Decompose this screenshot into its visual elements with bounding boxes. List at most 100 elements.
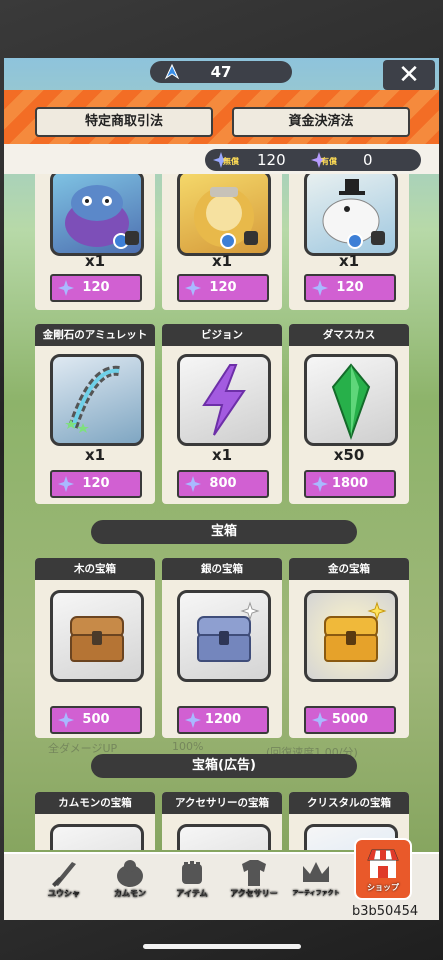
nav-units[interactable]: ユウシャ: [34, 858, 94, 908]
ad-treasure-section-title: 宝箱(広告): [91, 754, 357, 778]
character-thumbnail: [304, 174, 398, 256]
item-quantity: x1: [84, 252, 106, 270]
price-value: 120: [82, 280, 110, 295]
price-value: 800: [209, 476, 237, 491]
item-thumbnail: [50, 590, 144, 682]
price-value: 120: [82, 476, 110, 491]
item-name: クリスタルの宝箱: [289, 792, 409, 814]
nav-items[interactable]: アイテム: [162, 858, 222, 908]
currency-bar: 無償 120 有償 0: [205, 149, 421, 171]
item-name: 木の宝箱: [35, 558, 155, 580]
item-name: 銀の宝箱: [162, 558, 282, 580]
shop-card-wood-chest[interactable]: 木の宝箱 500: [35, 558, 155, 738]
item-name: ダマスカス: [289, 324, 409, 346]
price-value: 1800: [331, 476, 369, 491]
buy-price-button[interactable]: 800: [177, 470, 269, 498]
character-thumbnail: [50, 174, 144, 256]
item-quantity: x1: [338, 252, 360, 270]
background-bonus-value: 100%: [172, 740, 204, 753]
amulet-icon: [65, 365, 120, 433]
character-thumbnail: [177, 174, 271, 256]
crystal-icon: [312, 476, 328, 492]
item-name: 金の宝箱: [289, 558, 409, 580]
buy-price-button[interactable]: 120: [177, 274, 269, 302]
shop-card[interactable]: x1 120: [162, 174, 282, 310]
price-value: 1200: [204, 712, 242, 727]
shark-character-icon: [65, 185, 139, 249]
shop-list[interactable]: x1 120 x1 120 x1 120 金剛石のアミュレット x1 120 ビ…: [4, 174, 439, 850]
lion-character-icon: [194, 187, 258, 249]
nav-artifact-label: アーティファクト: [292, 890, 340, 897]
nav-kammon-label: カムモン: [114, 889, 146, 898]
item-thumbnail: [50, 354, 144, 446]
item-thumbnail: [177, 354, 271, 446]
shop-card-vision[interactable]: ビジョン x1 800: [162, 324, 282, 504]
price-value: 5000: [331, 712, 369, 727]
buy-price-button[interactable]: 1800: [304, 470, 396, 498]
crystal-icon: [58, 476, 74, 492]
user-id: b3b50454: [352, 904, 419, 919]
gem-icon: [164, 64, 180, 80]
buy-price-button[interactable]: 1200: [177, 706, 269, 734]
item-thumbnail: [50, 824, 144, 850]
buy-price-button[interactable]: 5000: [304, 706, 396, 734]
commercial-law-button[interactable]: 特定商取引法: [35, 107, 213, 137]
green-crystal-icon: [331, 363, 371, 440]
price-value: 120: [209, 280, 237, 295]
gem-count: 47: [210, 63, 232, 81]
bird-character-icon: [322, 179, 385, 249]
nav-kammon[interactable]: カムモン: [100, 858, 160, 908]
nav-items-label: アイテム: [176, 889, 208, 898]
payment-law-button[interactable]: 資金決済法: [232, 107, 410, 137]
item-quantity: x50: [333, 446, 365, 464]
paid-currency-tag: 有償: [321, 157, 337, 166]
crystal-icon: [185, 280, 201, 296]
shop-card-gold-chest[interactable]: 金の宝箱 5000: [289, 558, 409, 738]
shop-card[interactable]: x1 120: [289, 174, 409, 310]
creature-icon: [117, 860, 143, 887]
item-thumbnail: [177, 590, 271, 682]
shop-card-kammon-chest[interactable]: カムモンの宝箱: [35, 792, 155, 850]
free-currency-tag: 無償: [223, 157, 239, 166]
item-thumbnail: [304, 354, 398, 446]
item-quantity: x1: [211, 446, 233, 464]
close-button[interactable]: ✕: [383, 60, 435, 90]
shop-card[interactable]: x1 120: [35, 174, 155, 310]
silver-chest-icon: [197, 601, 260, 662]
item-quantity: x1: [84, 446, 106, 464]
lightning-icon: [202, 364, 246, 436]
nav-accessory-label: アクセサリー: [230, 889, 278, 898]
wood-chest-icon: [70, 616, 124, 662]
shop-card-amulet[interactable]: 金剛石のアミュレット x1 120: [35, 324, 155, 504]
item-thumbnail: [304, 590, 398, 682]
close-icon: ✕: [398, 60, 420, 90]
treasure-section-title: 宝箱: [91, 520, 357, 544]
buy-price-button[interactable]: 120: [50, 274, 142, 302]
item-name: 金剛石のアミュレット: [35, 324, 155, 346]
shop-icon: [367, 849, 399, 878]
nav-units-label: ユウシャ: [48, 889, 80, 898]
shop-card-damascus[interactable]: ダマスカス x50 1800: [289, 324, 409, 504]
item-name: カムモンの宝箱: [35, 792, 155, 814]
buy-price-button[interactable]: 120: [304, 274, 396, 302]
nav-artifact[interactable]: アーティファクト: [286, 858, 346, 908]
nav-accessory[interactable]: アクセサリー: [224, 858, 284, 908]
price-value: 120: [336, 280, 364, 295]
crystal-icon: [58, 280, 74, 296]
buy-price-button[interactable]: 120: [50, 470, 142, 498]
crystal-icon: [58, 712, 74, 728]
sword-icon: [52, 862, 76, 887]
item-thumbnail: [177, 824, 271, 850]
shop-card-accessory-chest[interactable]: アクセサリーの宝箱: [162, 792, 282, 850]
home-indicator[interactable]: [143, 944, 301, 949]
crystal-icon: [185, 712, 201, 728]
shirt-icon: [242, 860, 266, 886]
item-name: ビジョン: [162, 324, 282, 346]
crystal-icon: [312, 712, 328, 728]
crystal-icon: [312, 280, 328, 296]
price-value: 500: [82, 712, 110, 727]
buy-price-button[interactable]: 500: [50, 706, 142, 734]
nav-shop[interactable]: ショップ: [354, 838, 412, 900]
shop-card-silver-chest[interactable]: 銀の宝箱 1200: [162, 558, 282, 738]
crown-icon: [303, 862, 329, 882]
